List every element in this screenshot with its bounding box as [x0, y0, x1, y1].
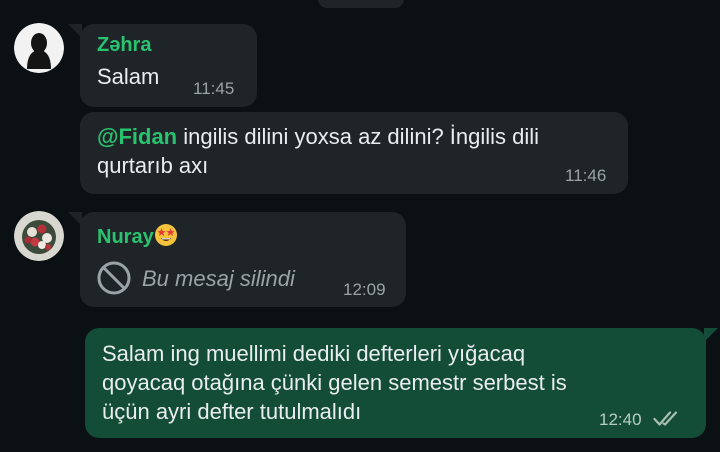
double-check-icon: [653, 411, 678, 426]
message-text: @Fidan ingilis dilini yoxsa az dilini? İ…: [97, 122, 617, 151]
message-text-line2: qoyacaq otağına çünki gelen semestr serb…: [102, 370, 567, 395]
avatar-zehra[interactable]: [14, 23, 64, 73]
message-bubble-zehra-2[interactable]: @Fidan ingilis dilini yoxsa az dilini? İ…: [80, 112, 628, 194]
message-text-line2: qurtarıb axı: [97, 153, 209, 178]
previous-message-stub: [318, 0, 404, 8]
avatar-nuray[interactable]: [14, 211, 64, 261]
message-bubble-outgoing[interactable]: Salam ing muellimi dediki defterleri yığ…: [85, 328, 718, 438]
message-bubble-nuray[interactable]: Nuray Bu mesaj silindi 12:09: [68, 212, 406, 307]
mention-fidan[interactable]: @Fidan: [97, 124, 177, 149]
message-text-line1: ingilis dilini yoxsa az dilini? İngilis …: [177, 124, 540, 149]
message-text: Salam: [97, 64, 160, 89]
message-time: 11:45: [193, 79, 235, 98]
bubble-tail: [704, 328, 718, 342]
sender-name-text: Nuray: [97, 226, 154, 248]
message-time: 12:40: [599, 410, 642, 429]
message-text-line1: Salam ing muellimi dediki defterleri yığ…: [102, 341, 526, 366]
message-time: 12:09: [343, 280, 386, 299]
deleted-message-text: Bu mesaj silindi: [142, 266, 295, 291]
sender-name[interactable]: Nuray: [97, 223, 178, 249]
star-struck-emoji-icon: [154, 224, 177, 246]
message-bubble-zehra-1[interactable]: Zəhra Salam 11:45: [68, 24, 257, 107]
sender-name[interactable]: Zəhra: [97, 34, 151, 57]
bubble-tail: [68, 212, 82, 226]
message-text-line3: üçün ayri defter tutulmalıdı: [102, 399, 362, 424]
block-icon: [97, 261, 131, 295]
message-time: 11:46: [565, 166, 607, 185]
bubble-tail: [68, 24, 82, 38]
